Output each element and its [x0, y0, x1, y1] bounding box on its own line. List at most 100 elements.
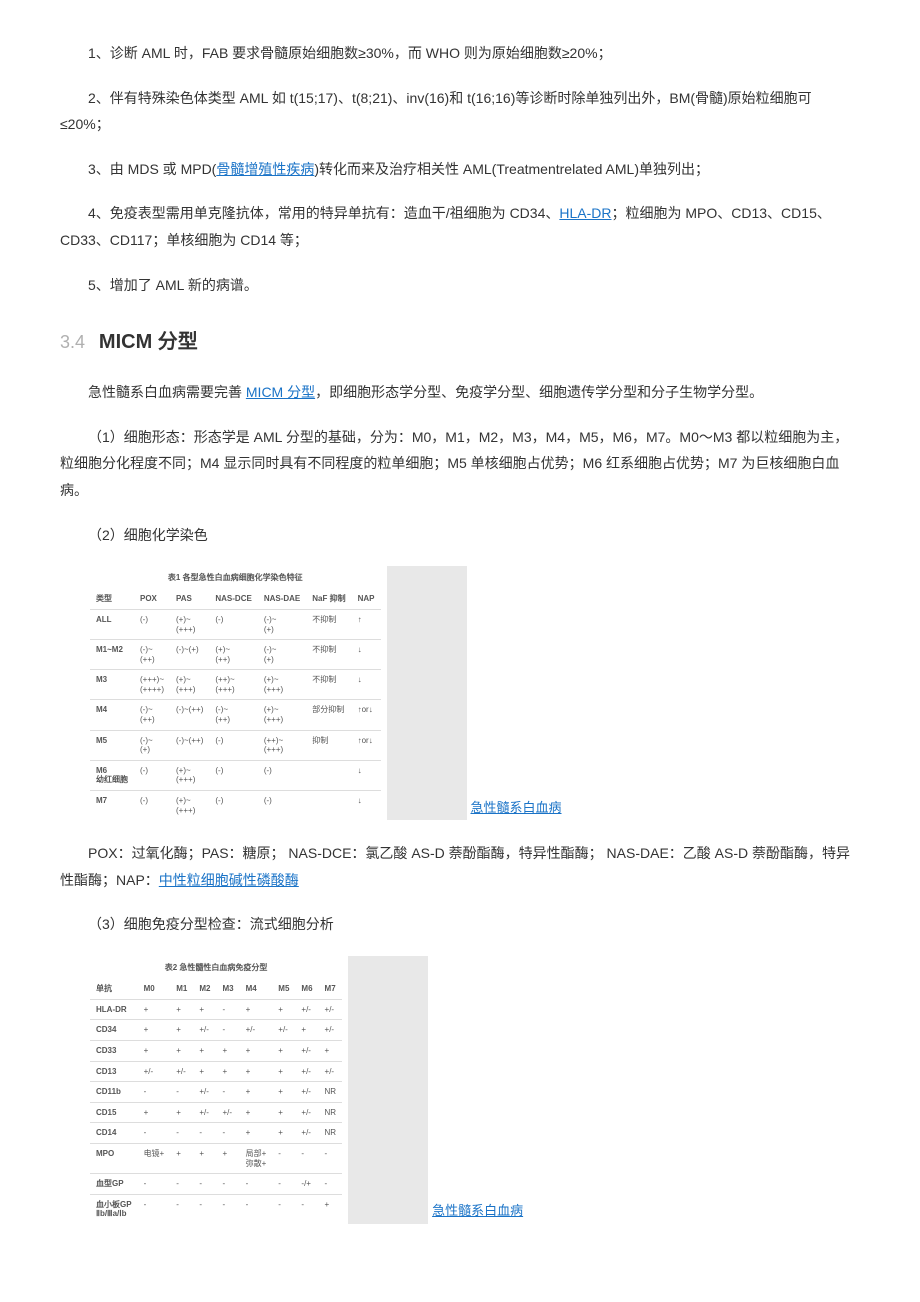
table-row: M1~M2(-)~ (++)(-)~(+)(+)~ (++)(-)~ (+)不抑…	[90, 640, 381, 670]
table-cell: +/-	[138, 1061, 171, 1082]
link-hla-dr[interactable]: HLA-DR	[559, 205, 611, 221]
table-cell: NR	[319, 1082, 343, 1103]
table-cell: +/-	[295, 1123, 318, 1144]
table-cell: (+)~ (+++)	[258, 700, 306, 730]
table-row: 血型GP-------/+-	[90, 1174, 342, 1195]
link-bone-marrow-disease[interactable]: 骨髓增殖性疾病	[216, 161, 314, 177]
table-2-caption-link[interactable]: 急性髓系白血病	[432, 1199, 523, 1224]
table-cell: -	[170, 1082, 193, 1103]
table-cell: -	[216, 1174, 239, 1195]
table-header-cell: M6	[295, 979, 318, 999]
table-cell: +/-	[295, 1102, 318, 1123]
table-cell: CD33	[90, 1040, 138, 1061]
section-title: MICM 分型	[99, 331, 198, 353]
table-header-cell: NAS-DAE	[258, 589, 306, 609]
table-cell: (+++)~ (++++)	[134, 670, 170, 700]
table-cell: +/-	[272, 1020, 295, 1041]
table-cell: CD13	[90, 1061, 138, 1082]
table-cell: (-)	[134, 609, 170, 639]
table-cell: 血小板GP Ⅱb/Ⅲa/Ⅰb	[90, 1194, 138, 1224]
table-header-cell: M4	[240, 979, 273, 999]
table-1-image	[387, 566, 467, 820]
table-header-cell: M5	[272, 979, 295, 999]
table-cell: -	[216, 1123, 239, 1144]
table-row: M5(-)~ (+)(-)~(++)(-)(++)~ (+++)抑制↑or↓	[90, 730, 381, 760]
table-cell: +	[170, 1020, 193, 1041]
table-cell: +	[319, 1040, 343, 1061]
table-cell: M4	[90, 700, 134, 730]
table-cell: -	[138, 1194, 171, 1224]
table-cell: +	[272, 999, 295, 1020]
table-cell: -	[319, 1143, 343, 1173]
table-row: HLA-DR+++-+++/-+/-	[90, 999, 342, 1020]
table-cell: +/-	[295, 999, 318, 1020]
table-cell: +	[240, 1040, 273, 1061]
table-header-cell: PAS	[170, 589, 209, 609]
table-cell: (-)~(++)	[170, 700, 209, 730]
table-1-caption-link[interactable]: 急性髓系白血病	[471, 796, 562, 821]
table-cell: -	[138, 1082, 171, 1103]
table-cell: M7	[90, 791, 134, 821]
table-cell: CD34	[90, 1020, 138, 1041]
table-cell: +	[240, 1061, 273, 1082]
table-cell: NR	[319, 1102, 343, 1123]
table-cell: +	[240, 1102, 273, 1123]
table-header-cell: NAS-DCE	[209, 589, 257, 609]
table-cell: -	[216, 999, 239, 1020]
table-cell: +	[240, 999, 273, 1020]
table-header-cell: M3	[216, 979, 239, 999]
table-cell: NR	[319, 1123, 343, 1144]
table-2: 单抗M0M1M2M3M4M5M6M7HLA-DR+++-+++/-+/-CD34…	[90, 979, 342, 1224]
item-4: 4、免疫表型需用单克隆抗体，常用的特异单抗有：造血干/祖细胞为 CD34、HLA…	[60, 200, 860, 253]
table-cell: -	[170, 1123, 193, 1144]
table-cell: +	[170, 1102, 193, 1123]
table-cell: 血型GP	[90, 1174, 138, 1195]
table-cell: +	[272, 1082, 295, 1103]
table-cell: +/-	[193, 1102, 216, 1123]
table-cell: +	[272, 1123, 295, 1144]
table-cell: +	[170, 1040, 193, 1061]
table-cell: (-)~ (++)	[209, 700, 257, 730]
table-cell: +/-	[295, 1082, 318, 1103]
table-cell: +	[216, 1143, 239, 1173]
table-cell: -	[272, 1194, 295, 1224]
table-cell: (-)~ (+)	[258, 609, 306, 639]
table-cell: M3	[90, 670, 134, 700]
table-2-title: 表2 急性髓性白血病免疫分型	[90, 956, 342, 979]
link-micm[interactable]: MICM 分型	[246, 384, 315, 400]
table-cell: (+)~ (+++)	[258, 670, 306, 700]
table-cell: -	[138, 1174, 171, 1195]
table-cell: (-)~ (++)	[134, 700, 170, 730]
table-cell: 局部+ 弥散+	[240, 1143, 273, 1173]
micm-intro-a: 急性髓系白血病需要完善	[88, 384, 246, 400]
item-2: 2、伴有特殊染色体类型 AML 如 t(15;17)、t(8;21)、inv(1…	[60, 85, 860, 138]
table-cell: 电镜+	[138, 1143, 171, 1173]
table-cell: +	[193, 999, 216, 1020]
table-cell: ↓	[352, 670, 381, 700]
table-1-container: 表1 各型急性白血病细胞化学染色特征 类型POXPASNAS-DCENAS-DA…	[90, 566, 860, 820]
table-header-cell: 类型	[90, 589, 134, 609]
table-cell: +/-	[193, 1020, 216, 1041]
table-cell: M5	[90, 730, 134, 760]
table-cell: +	[193, 1143, 216, 1173]
table-cell: ALL	[90, 609, 134, 639]
table-cell: (-)	[258, 791, 306, 821]
table-cell: (-)	[134, 791, 170, 821]
table-cell: +/-	[240, 1020, 273, 1041]
item-4-a: 4、免疫表型需用单克隆抗体，常用的特异单抗有：造血干/祖细胞为 CD34、	[88, 205, 559, 221]
table-row: ALL(-)(+)~ (+++)(-)(-)~ (+)不抑制↑	[90, 609, 381, 639]
table-cell: 不抑制	[306, 670, 351, 700]
table-cell	[306, 791, 351, 821]
table-cell: ↓	[352, 760, 381, 790]
table-cell: -	[193, 1194, 216, 1224]
link-nap[interactable]: 中性粒细胞碱性磷酸酶	[159, 872, 299, 888]
item-5: 5、增加了 AML 新的病谱。	[60, 272, 860, 299]
table-1-title: 表1 各型急性白血病细胞化学染色特征	[90, 566, 381, 589]
table-cell: +/-	[319, 1061, 343, 1082]
table-cell: -	[216, 1194, 239, 1224]
table-row: M6 幼红细胞(-)(+)~ (+++)(-)(-)↓	[90, 760, 381, 790]
table-cell: +	[170, 1143, 193, 1173]
table-header-cell: 单抗	[90, 979, 138, 999]
table-cell: -	[319, 1174, 343, 1195]
table-cell: +	[216, 1040, 239, 1061]
